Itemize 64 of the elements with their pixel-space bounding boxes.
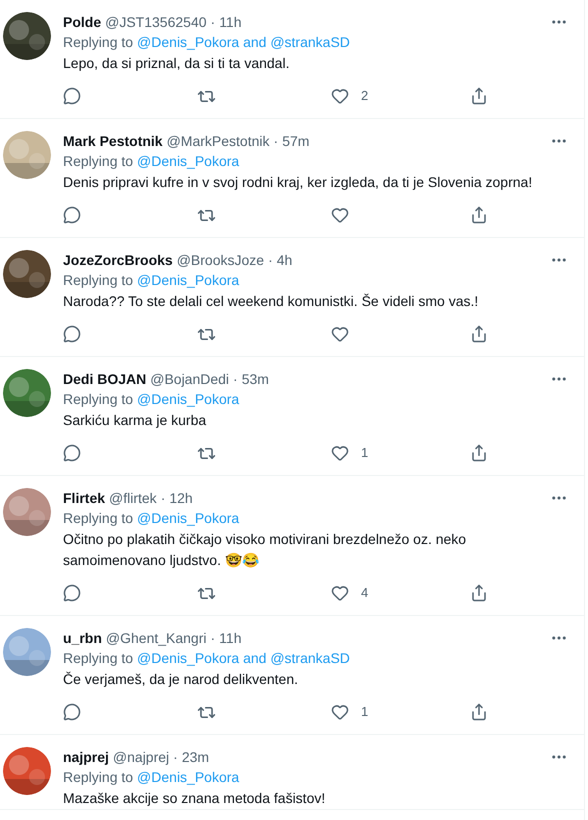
user-handle[interactable]: @flirtek [109,488,157,508]
user-name[interactable]: JozeZorcBrooks [63,250,173,270]
timestamp[interactable]: 53m [242,368,269,390]
replying-label: Replying to [63,271,134,290]
reply-icon[interactable] [63,444,81,462]
timestamp[interactable]: 12h [169,488,193,508]
separator-dot: · [210,628,216,648]
separator-dot: · [274,132,278,150]
separator-dot: · [268,250,273,270]
separator-dot: · [233,370,238,388]
timestamp[interactable]: 11h [219,12,242,32]
user-handle[interactable]: @MarkPestotnik [166,130,270,152]
replying-label: Replying to [63,33,134,52]
user-handle[interactable]: @Ghent_Kangri [106,628,206,648]
share-icon[interactable] [470,584,488,602]
user-name[interactable]: Flirtek [63,488,106,508]
separator-dot: · [210,12,216,32]
tweet-text: Naroda?? To ste delali cel weekend komunistki. Še videli smo vas.! [63,292,480,311]
user-name[interactable]: Dedi BOJAN [63,368,146,390]
share-icon[interactable] [470,703,488,721]
user-handle[interactable]: @najprej [112,746,170,768]
tweet-text: Lepo, da si priznal, da si ti ta vandal. [63,54,290,73]
tweet-text: Sarkiću karma je kurba [63,411,208,430]
like-count: 1 [361,703,368,722]
like-icon[interactable] [331,703,349,721]
replying-label: Replying to [63,509,134,528]
timestamp[interactable]: 23m [182,746,210,768]
user-handle[interactable]: @JST13562540 [105,12,207,32]
share-icon[interactable] [470,87,488,105]
share-icon[interactable] [470,444,488,462]
like-count: 2 [361,87,368,106]
tweet-text: Očitno po plakatih čičkajo visoko motivirani brezdelnežo oz. neko samoimenovano ljudstvo. 🤓😂 [63,530,468,570]
tweet-text: Denis pripravi kufre in v svoj rodni kraj, ker izgleda, da ti je Slovenia zoprna! [63,173,534,192]
user-name[interactable]: najprej [63,746,109,768]
like-icon[interactable] [331,325,349,343]
user-handle[interactable]: @BrooksJoze [176,250,264,270]
reply-icon[interactable] [63,206,81,224]
like-count: 4 [361,584,368,602]
like-icon[interactable] [331,444,349,462]
timestamp[interactable]: 57m [282,130,310,152]
timestamp[interactable]: 11h [219,628,242,648]
share-icon[interactable] [470,206,488,224]
like-icon[interactable] [331,206,349,224]
user-name[interactable]: Polde [63,12,102,32]
replying-label: Replying to [63,768,134,787]
user-name[interactable]: Mark Pestotnik [63,130,163,152]
like-icon[interactable] [331,87,349,105]
tweet-text: Mazaške akcije so znana metoda fašistov! [63,789,326,808]
separator-dot: · [173,748,178,766]
share-icon[interactable] [470,325,488,343]
replying-label: Replying to [63,152,134,171]
user-name[interactable]: u_rbn [63,628,102,648]
reply-icon[interactable] [63,703,81,721]
replying-label: Replying to [63,649,134,668]
reply-icon[interactable] [63,87,81,105]
replying-label: Replying to [63,390,134,409]
reply-icon[interactable] [63,325,81,343]
tweet-text: Če verjameš, da je narod delikventen. [63,670,300,689]
user-handle[interactable]: @BojanDedi [150,368,230,390]
separator-dot: · [160,488,166,508]
reply-icon[interactable] [63,584,81,602]
like-icon[interactable] [331,584,349,602]
timestamp[interactable]: 4h [276,250,292,270]
like-count: 1 [361,444,368,462]
